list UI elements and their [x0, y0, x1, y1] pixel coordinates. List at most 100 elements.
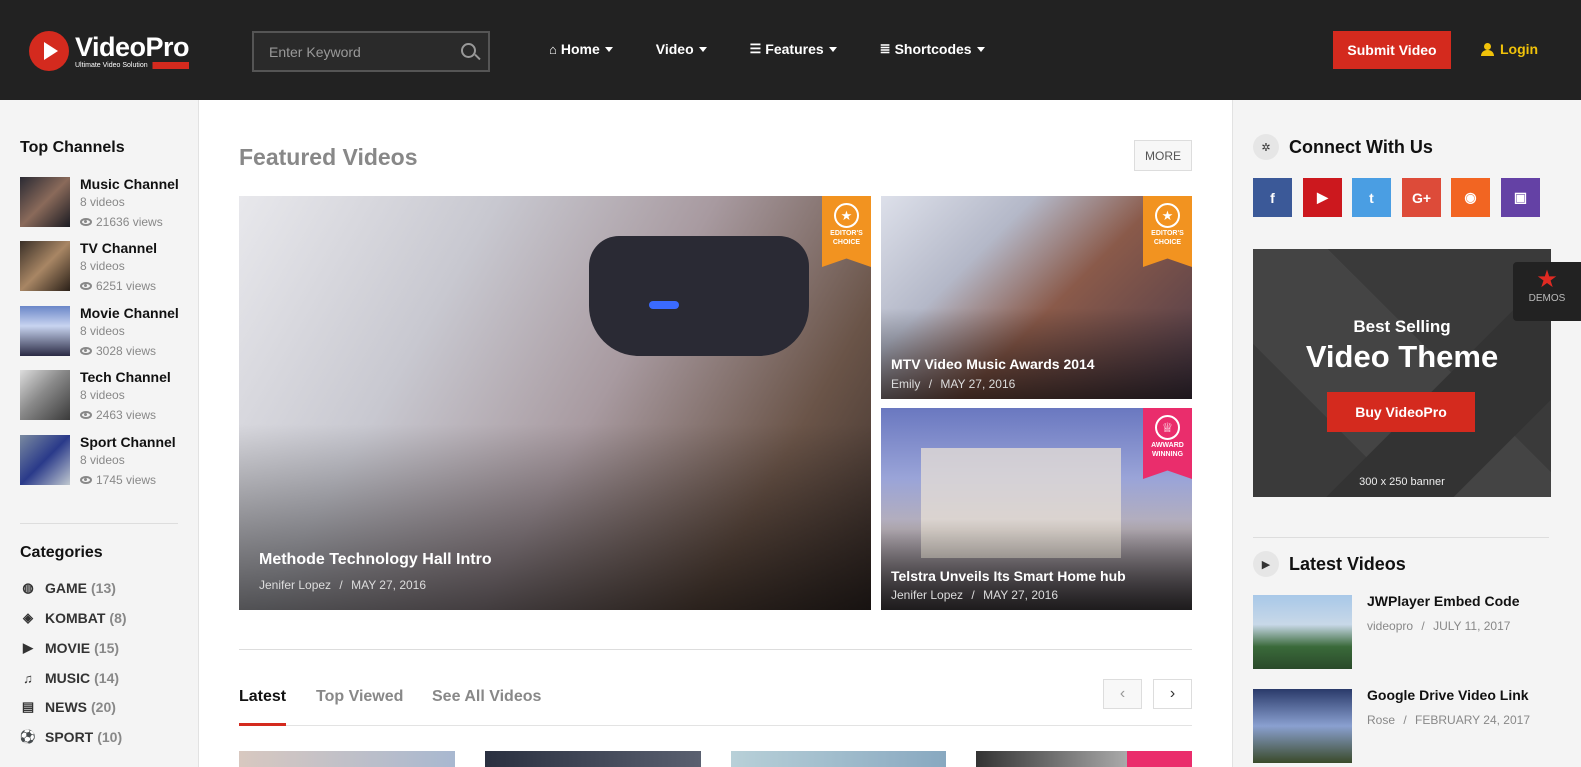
channel-thumbnail[interactable]: [20, 306, 70, 356]
video-author[interactable]: Rose: [1367, 713, 1395, 727]
video-thumbnail[interactable]: [485, 751, 701, 767]
category-news[interactable]: ▤ NEWS (20): [20, 699, 116, 715]
channel-video-count: 8 videos: [80, 259, 125, 273]
submit-video-button[interactable]: Submit Video: [1333, 31, 1451, 69]
banner-subtitle: Best Selling: [1353, 317, 1451, 336]
channel-thumbnail[interactable]: [20, 370, 70, 420]
featured-video-main[interactable]: ★ EDITOR'S CHOICE Methode Technology Hal…: [239, 196, 871, 610]
gamepad-icon: ◍: [22, 580, 34, 595]
google-plus-icon[interactable]: G+: [1402, 178, 1441, 217]
category-label: MUSIC: [45, 670, 91, 686]
logo-tagline: Ultimate Video Solution: [75, 61, 190, 69]
nav-video-label: Video: [655, 41, 694, 57]
channel-video-count: 8 videos: [80, 453, 125, 467]
channel-thumbnail[interactable]: [20, 177, 70, 227]
play-circle-icon: ▶: [23, 640, 33, 655]
video-thumbnail[interactable]: [731, 751, 946, 767]
featured-video-side[interactable]: ♕ AWWARD WINNING Telstra Unveils Its Sma…: [881, 408, 1192, 610]
channel-item[interactable]: TV Channel 8 videos 6251 views: [20, 240, 185, 293]
section-divider: [239, 649, 1192, 650]
channel-name[interactable]: Music Channel: [80, 176, 179, 192]
rss-icon[interactable]: ◉: [1451, 178, 1490, 217]
channel-item[interactable]: Tech Channel 8 videos 2463 views: [20, 369, 185, 422]
twitch-icon[interactable]: ▣: [1501, 178, 1540, 217]
tab-top-viewed[interactable]: Top Viewed: [316, 688, 403, 706]
channel-name[interactable]: Sport Channel: [80, 434, 176, 450]
video-date: MAY 27, 2016: [351, 578, 427, 592]
youtube-icon[interactable]: ▶: [1303, 178, 1342, 217]
channel-name[interactable]: TV Channel: [80, 240, 157, 256]
demos-tab[interactable]: ★ DEMOS: [1513, 262, 1581, 321]
category-movie[interactable]: ▶ MOVIE (15): [20, 640, 119, 656]
video-date: JULY 11, 2017: [1433, 619, 1511, 633]
channel-item[interactable]: Sport Channel 8 videos 1745 views: [20, 434, 185, 487]
video-title[interactable]: Google Drive Video Link: [1367, 687, 1529, 703]
latest-video-item[interactable]: Google Drive Video Link Rose / FEBRUARY …: [1253, 687, 1563, 765]
video-thumbnail[interactable]: [1253, 689, 1352, 763]
channel-item[interactable]: Movie Channel 8 videos 3028 views: [20, 305, 185, 358]
featured-video-side[interactable]: ★ EDITOR'S CHOICE MTV Video Music Awards…: [881, 196, 1192, 399]
video-title[interactable]: Telstra Unveils Its Smart Home hub: [891, 568, 1126, 584]
user-icon: [1481, 42, 1494, 56]
more-button[interactable]: MORE: [1134, 140, 1192, 171]
featured-videos-title: Featured Videos: [239, 144, 418, 170]
category-sport[interactable]: ⚽ SPORT (10): [20, 729, 122, 745]
ad-banner[interactable]: Best Selling Video Theme Buy VideoPro 30…: [1253, 249, 1551, 497]
banner-title: Video Theme: [1305, 339, 1499, 374]
category-kombat[interactable]: ◈ KOMBAT (8): [20, 610, 127, 626]
video-date: FEBRUARY 24, 2017: [1415, 713, 1531, 727]
site-logo[interactable]: VideoPro Ultimate Video Solution: [29, 31, 190, 71]
video-title[interactable]: Methode Technology Hall Intro: [259, 551, 492, 569]
tab-see-all-videos[interactable]: See All Videos: [432, 688, 541, 706]
nav-features[interactable]: ☰ Features: [750, 41, 837, 57]
badge-line1: EDITOR'S: [1151, 230, 1184, 237]
video-author[interactable]: Jenifer Lopez: [259, 578, 331, 592]
sidebar-divider: [20, 523, 178, 524]
channel-video-count: 8 videos: [80, 388, 125, 402]
eye-icon: [80, 411, 92, 419]
video-author[interactable]: Jenifer Lopez: [891, 588, 963, 602]
login-link[interactable]: Login: [1481, 41, 1538, 57]
award-winning-badge: ♕ AWWARD WINNING: [1143, 408, 1192, 479]
facebook-icon[interactable]: f: [1253, 178, 1292, 217]
channel-name[interactable]: Movie Channel: [80, 305, 179, 321]
channel-views: 2463 views: [96, 408, 157, 422]
channel-name[interactable]: Tech Channel: [80, 369, 171, 385]
nav-home[interactable]: ⌂ Home: [549, 41, 613, 57]
video-thumbnail[interactable]: [1253, 595, 1352, 669]
database-icon: ≣: [879, 41, 891, 56]
channel-thumbnail[interactable]: [20, 435, 70, 485]
channel-item[interactable]: Music Channel 8 videos 21636 views: [20, 176, 185, 229]
home-icon: ⌂: [549, 41, 557, 57]
channel-views: 3028 views: [96, 344, 157, 358]
latest-video-item[interactable]: JWPlayer Embed Code videopro / JULY 11, …: [1253, 593, 1563, 671]
star-icon: ★: [834, 203, 859, 228]
search-icon[interactable]: [461, 43, 476, 58]
video-author[interactable]: Emily: [891, 377, 920, 391]
next-button[interactable]: ›: [1153, 679, 1192, 709]
trophy-icon: ♕: [1155, 415, 1180, 440]
channel-thumbnail[interactable]: [20, 241, 70, 291]
twitter-icon[interactable]: t: [1352, 178, 1391, 217]
video-thumbnail[interactable]: [976, 751, 1192, 767]
video-author[interactable]: videopro: [1367, 619, 1413, 633]
nav-shortcodes[interactable]: ≣ Shortcodes: [880, 41, 985, 57]
channel-views: 1745 views: [96, 473, 157, 487]
video-title[interactable]: JWPlayer Embed Code: [1367, 593, 1520, 609]
editors-choice-badge: ★ EDITOR'S CHOICE: [1143, 196, 1192, 267]
video-thumbnail[interactable]: [239, 751, 455, 767]
chevron-left-icon: ‹: [1119, 685, 1126, 702]
headset-light: [649, 301, 679, 309]
video-title[interactable]: MTV Video Music Awards 2014: [891, 356, 1095, 372]
active-tab-indicator: [239, 723, 286, 726]
category-music[interactable]: ♫ MUSIC (14): [20, 670, 119, 686]
newspaper-icon: ▤: [21, 699, 35, 714]
tab-latest[interactable]: Latest: [239, 688, 286, 706]
latest-videos-title: Latest Videos: [1289, 554, 1406, 574]
category-game[interactable]: ◍ GAME (13): [20, 580, 116, 596]
prev-button[interactable]: ‹: [1103, 679, 1142, 709]
nav-video[interactable]: Video: [656, 41, 707, 57]
soccer-ball-icon: ⚽: [19, 729, 37, 744]
search-input[interactable]: [254, 33, 488, 70]
buy-videopro-button[interactable]: Buy VideoPro: [1327, 392, 1475, 432]
